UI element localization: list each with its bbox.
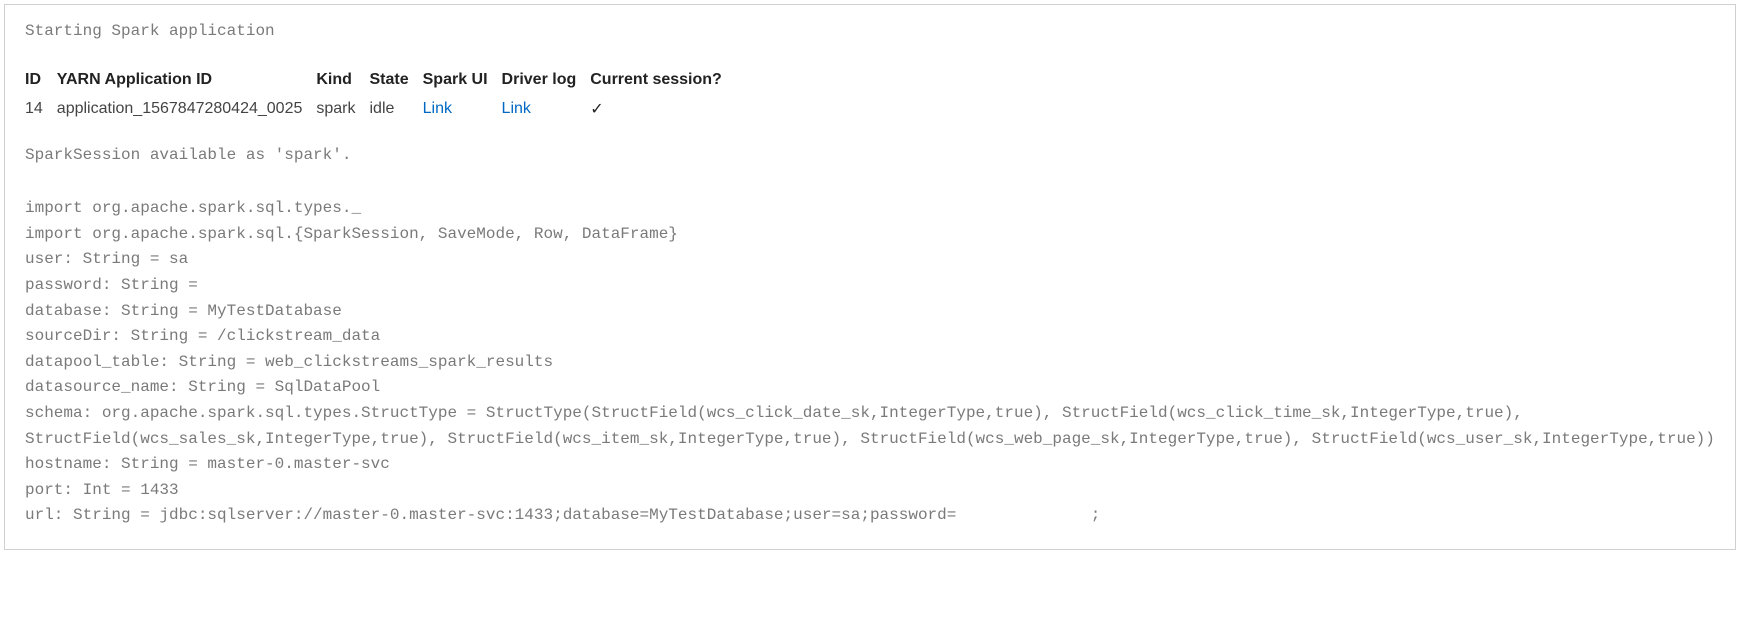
col-header-current-session: Current session? [590, 65, 736, 95]
cell-current-session: ✓ [590, 95, 736, 123]
col-header-spark-ui: Spark UI [423, 65, 502, 95]
col-header-kind: Kind [316, 65, 369, 95]
notebook-output-panel: Starting Spark application ID YARN Appli… [4, 4, 1736, 550]
col-header-yarn-app-id: YARN Application ID [57, 65, 317, 95]
code-output-block: import org.apache.spark.sql.types._ impo… [25, 196, 1715, 529]
cell-yarn-app-id: application_1567847280424_0025 [57, 95, 317, 123]
cell-driver-log: Link [502, 95, 591, 123]
table-header-row: ID YARN Application ID Kind State Spark … [25, 65, 736, 95]
table-row: 14 application_1567847280424_0025 spark … [25, 95, 736, 123]
col-header-id: ID [25, 65, 57, 95]
starting-spark-text: Starting Spark application [25, 19, 1715, 45]
spark-application-table: ID YARN Application ID Kind State Spark … [25, 65, 736, 123]
spark-ui-link[interactable]: Link [423, 100, 452, 117]
spark-session-available-text: SparkSession available as 'spark'. [25, 143, 1715, 169]
col-header-driver-log: Driver log [502, 65, 591, 95]
cell-kind: spark [316, 95, 369, 123]
cell-state: idle [370, 95, 423, 123]
cell-spark-ui: Link [423, 95, 502, 123]
cell-id: 14 [25, 95, 57, 123]
col-header-state: State [370, 65, 423, 95]
driver-log-link[interactable]: Link [502, 100, 531, 117]
